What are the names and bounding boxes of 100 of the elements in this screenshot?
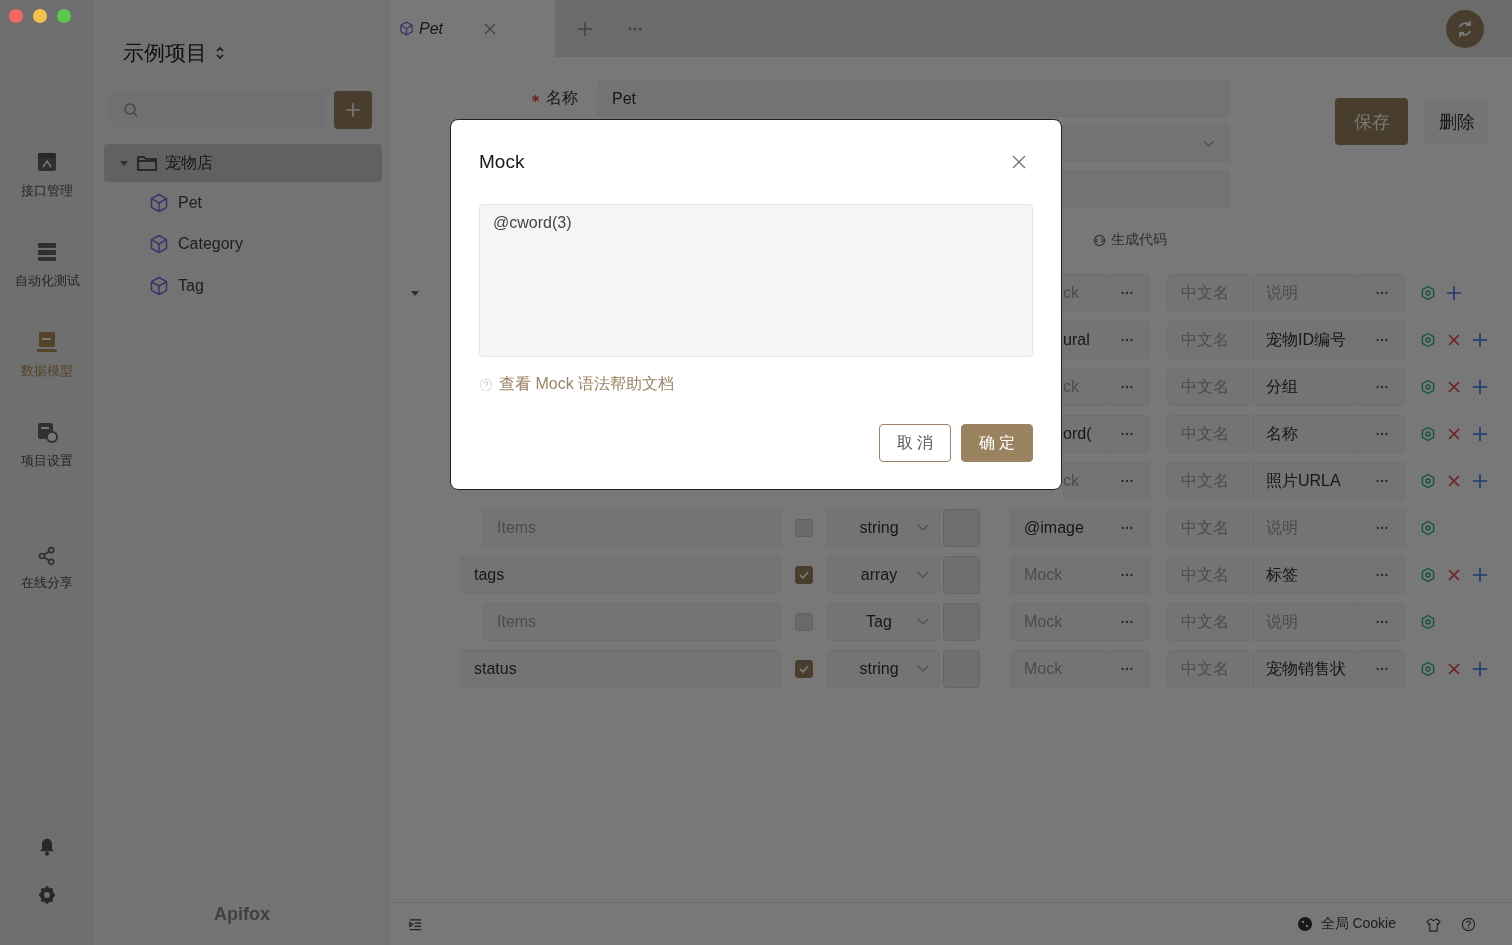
more-icon [1375, 432, 1389, 436]
field-label: 名称 [546, 88, 578, 108]
delete-icon[interactable] [1446, 426, 1462, 442]
more-button[interactable] [1105, 650, 1150, 688]
share-icon [37, 546, 57, 566]
add-button[interactable] [334, 91, 372, 129]
check-icon [798, 663, 810, 675]
add-icon[interactable] [1446, 285, 1462, 301]
mock-field[interactable]: ord( [1062, 415, 1105, 453]
more-button[interactable] [1105, 415, 1150, 453]
share-button[interactable]: 在线分享 [21, 546, 73, 636]
delete-icon[interactable] [1446, 332, 1462, 348]
mock-field[interactable]: ural [1062, 321, 1105, 359]
input-field[interactable]: Pet [597, 80, 1230, 117]
mock-textarea[interactable]: @cword(3) [479, 204, 1033, 357]
more-button[interactable] [1360, 321, 1405, 359]
more-icon [1375, 338, 1389, 342]
more-button[interactable] [1360, 556, 1405, 594]
help-link[interactable]: 查看 Mock 语法帮助文档 [499, 374, 675, 395]
cube-icon [149, 192, 169, 213]
type-select[interactable]: array [827, 556, 940, 594]
more-button[interactable] [1360, 274, 1405, 312]
type-select[interactable]: string [827, 650, 940, 688]
description-field[interactable]: 宠物销售状 [1252, 650, 1360, 688]
name-field[interactable]: status [460, 650, 781, 688]
rail-item[interactable]: 数据模型 [21, 330, 73, 420]
add-icon[interactable] [1472, 379, 1488, 395]
more-icon [1120, 526, 1134, 530]
add-icon[interactable] [1472, 332, 1488, 348]
cookie-button[interactable]: 全局 Cookie [1296, 915, 1396, 933]
model-item[interactable]: Tag [94, 265, 390, 307]
description-field[interactable]: 宠物ID编号 [1252, 321, 1360, 359]
more-icon [1120, 338, 1134, 342]
more-icon [1120, 432, 1134, 436]
dialog-title: Mock [479, 151, 525, 173]
updown-icon[interactable] [215, 45, 225, 61]
required-checkbox[interactable] [795, 660, 813, 678]
confirm-button[interactable]: 确 定 [961, 424, 1033, 462]
model-item[interactable]: Category [94, 223, 390, 265]
more-button[interactable] [1105, 462, 1150, 500]
delete-icon[interactable] [1446, 473, 1462, 489]
more-button[interactable] [1360, 415, 1405, 453]
description-field[interactable]: 照片URLA [1252, 462, 1360, 500]
more-button[interactable] [1105, 274, 1150, 312]
caret-icon[interactable] [410, 288, 420, 298]
cookie-icon [1296, 916, 1313, 932]
cube-icon [399, 21, 414, 36]
more-button[interactable] [1105, 321, 1150, 359]
more-button[interactable] [1105, 368, 1150, 406]
description-field[interactable]: 标签 [1252, 556, 1360, 594]
shirt-icon[interactable] [1426, 916, 1441, 932]
more-button[interactable] [1360, 650, 1405, 688]
more-icon [1120, 667, 1134, 671]
more-icon [1375, 291, 1389, 295]
required-checkbox[interactable] [795, 566, 813, 584]
delete-icon[interactable] [1446, 567, 1462, 583]
tab[interactable]: Pet [390, 0, 555, 57]
folder-item[interactable]: 宠物店 [104, 144, 382, 182]
more-icon [1120, 620, 1134, 624]
name-field[interactable]: tags [460, 556, 781, 594]
cancel-button[interactable]: 取 消 [879, 424, 951, 462]
plus-icon[interactable] [577, 20, 593, 37]
cube-icon [149, 275, 169, 296]
monitor-icon [35, 330, 59, 354]
rail-item[interactable]: 项目设置 [21, 420, 73, 510]
more-icon [1120, 291, 1134, 295]
caret-icon [119, 158, 129, 168]
more-button[interactable] [1105, 556, 1150, 594]
rail-item[interactable]: 接口管理 [21, 150, 73, 240]
chevron-icon [917, 524, 929, 532]
check-icon [798, 569, 810, 581]
add-icon[interactable] [1472, 426, 1488, 442]
close-icon[interactable] [1011, 154, 1027, 170]
help-icon[interactable] [1461, 916, 1476, 932]
delete-icon[interactable] [1446, 379, 1462, 395]
help-icon [479, 377, 493, 392]
model-item[interactable]: Pet [94, 182, 390, 224]
plus-icon [344, 101, 362, 119]
chevron-icon [917, 571, 929, 579]
project-title[interactable]: 示例项目 [123, 39, 207, 67]
more-icon [1120, 573, 1134, 577]
sync-button[interactable] [1446, 9, 1484, 48]
add-icon[interactable] [1472, 567, 1488, 583]
description-field[interactable]: 名称 [1252, 415, 1360, 453]
delete-button[interactable]: 删除 [1425, 98, 1488, 145]
code-icon [1093, 233, 1106, 247]
cube-icon [149, 234, 169, 255]
generate-code-link[interactable]: 生成代码 [1093, 229, 1167, 251]
more-icon [1120, 479, 1134, 483]
more-icon [1375, 667, 1389, 671]
more-button[interactable] [1360, 462, 1405, 500]
save-button[interactable]: 保存 [1335, 98, 1408, 145]
add-icon[interactable] [1472, 661, 1488, 677]
indent-icon[interactable] [408, 916, 423, 932]
more-button[interactable] [1360, 368, 1405, 406]
close-icon[interactable] [484, 22, 496, 35]
add-icon[interactable] [1472, 473, 1488, 489]
rail-item[interactable]: 自动化测试 [14, 240, 80, 330]
description-field[interactable]: 分组 [1252, 368, 1360, 406]
delete-icon[interactable] [1446, 661, 1462, 677]
